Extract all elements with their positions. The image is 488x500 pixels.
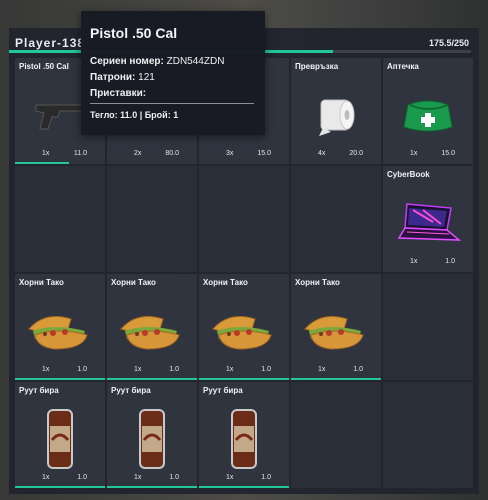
laptop-icon xyxy=(397,203,462,242)
slot-weight: 15.0 xyxy=(257,150,271,157)
slot-item-name: Pistol .50 Cal xyxy=(19,62,69,71)
durability-bar xyxy=(199,378,289,380)
slot-item-name: Руут бира xyxy=(111,386,151,395)
slot-count: 1x xyxy=(42,366,50,373)
durability-bar xyxy=(291,378,381,380)
slot-item-name: Руут бира xyxy=(19,386,59,395)
slot-weight: 1.0 xyxy=(77,474,87,481)
inventory-slot-12[interactable]: Руут бира 1x 1.0 xyxy=(107,382,197,488)
ammo-line: Патрони: 121 xyxy=(90,72,155,83)
slot-weight: 1.0 xyxy=(445,258,455,265)
slot-item-name: Хорни Тако xyxy=(295,278,340,287)
inventory-slot-11[interactable]: Руут бира 1x 1.0 xyxy=(15,382,105,488)
slot-item-name: CyberBook xyxy=(387,170,430,179)
serial-number-line: Сериен номер: ZDN544ZDN xyxy=(90,56,224,67)
inventory-slot-9[interactable]: Хорни Тако 1x 1.0 xyxy=(199,274,289,380)
inventory-slot-empty[interactable] xyxy=(199,166,289,272)
slot-weight: 1.0 xyxy=(169,474,179,481)
inventory-slot-empty[interactable] xyxy=(15,166,105,272)
slot-count: 1x xyxy=(226,366,234,373)
slot-weight: 1.0 xyxy=(261,474,271,481)
pistol-icon xyxy=(35,104,85,130)
slot-count: 1x xyxy=(226,474,234,481)
slot-item-name: Превръзка xyxy=(295,62,339,71)
root-beer-can-icon xyxy=(139,409,165,470)
slot-count: 1x xyxy=(134,474,142,481)
inventory-slot-empty[interactable] xyxy=(107,166,197,272)
slot-weight: 1.0 xyxy=(261,366,271,373)
tooltip-title: Pistol .50 Cal xyxy=(90,25,178,41)
inventory-slot-8[interactable]: Хорни Тако 1x 1.0 xyxy=(107,274,197,380)
inventory-slot-7[interactable]: Хорни Тако 1x 1.0 xyxy=(15,274,105,380)
slot-weight: 1.0 xyxy=(169,366,179,373)
slot-item-name: Хорни Тако xyxy=(203,278,248,287)
player-name: Player-138 xyxy=(15,36,86,50)
durability-bar xyxy=(15,486,105,488)
slot-count: 4x xyxy=(318,150,326,157)
inventory-slot-empty[interactable] xyxy=(291,382,381,488)
tooltip-footer: Тегло: 11.0 | Брой: 1 xyxy=(90,110,179,120)
inventory-slot-empty[interactable] xyxy=(291,166,381,272)
slot-count: 1x xyxy=(410,150,418,157)
bandage-roll-icon xyxy=(319,99,355,137)
inventory-slot-13[interactable]: Руут бира 1x 1.0 xyxy=(199,382,289,488)
slot-weight: 20.0 xyxy=(349,150,363,157)
item-tooltip: Pistol .50 Cal Сериен номер: ZDN544ZDN П… xyxy=(81,11,265,135)
slot-weight: 1.0 xyxy=(77,366,87,373)
inventory-slot-4[interactable]: Превръзка 4x 20.0 xyxy=(291,58,381,164)
inventory-slot-10[interactable]: Хорни Тако 1x 1.0 xyxy=(291,274,381,380)
slot-weight: 1.0 xyxy=(353,366,363,373)
taco-icon xyxy=(120,316,180,350)
slot-item-name: Хорни Тако xyxy=(19,278,64,287)
ammo-label: Патрони: xyxy=(90,72,136,83)
inventory-slot-empty[interactable] xyxy=(383,274,473,380)
slot-weight: 80.0 xyxy=(165,150,179,157)
inventory-slot-6[interactable]: CyberBook 1x 1.0 xyxy=(383,166,473,272)
first-aid-kit-icon xyxy=(403,100,453,132)
slot-count: 1x xyxy=(410,258,418,265)
durability-bar xyxy=(15,162,69,164)
slot-count: 3x xyxy=(226,150,234,157)
root-beer-can-icon xyxy=(47,409,73,470)
attachments-label: Приставки: xyxy=(90,88,147,99)
durability-bar xyxy=(107,378,197,380)
inventory-slot-empty[interactable] xyxy=(383,382,473,488)
serial-label: Сериен номер: xyxy=(90,56,164,67)
slot-count: 1x xyxy=(42,150,50,157)
taco-icon xyxy=(212,316,272,350)
durability-bar xyxy=(15,378,105,380)
slot-weight: 15.0 xyxy=(441,150,455,157)
weight-label: 175.5/250 xyxy=(428,38,469,48)
slot-item-name: Хорни Тако xyxy=(111,278,156,287)
durability-bar xyxy=(199,486,289,488)
slot-count: 2x xyxy=(134,150,142,157)
taco-icon xyxy=(28,316,88,350)
slot-item-name: Аптечка xyxy=(387,62,419,71)
taco-icon xyxy=(304,316,364,350)
ammo-value: 121 xyxy=(138,72,155,83)
slot-count: 1x xyxy=(42,474,50,481)
inventory-slot-5[interactable]: Аптечка 1x 15.0 xyxy=(383,58,473,164)
serial-value: ZDN544ZDN xyxy=(166,56,225,67)
slot-item-name: Руут бира xyxy=(203,386,243,395)
durability-bar xyxy=(107,486,197,488)
root-beer-can-icon xyxy=(231,409,257,470)
slot-count: 1x xyxy=(318,366,326,373)
attachments-line: Приставки: xyxy=(90,88,146,99)
slot-count: 1x xyxy=(134,366,142,373)
slot-weight: 11.0 xyxy=(73,150,87,157)
tooltip-divider xyxy=(90,103,254,104)
